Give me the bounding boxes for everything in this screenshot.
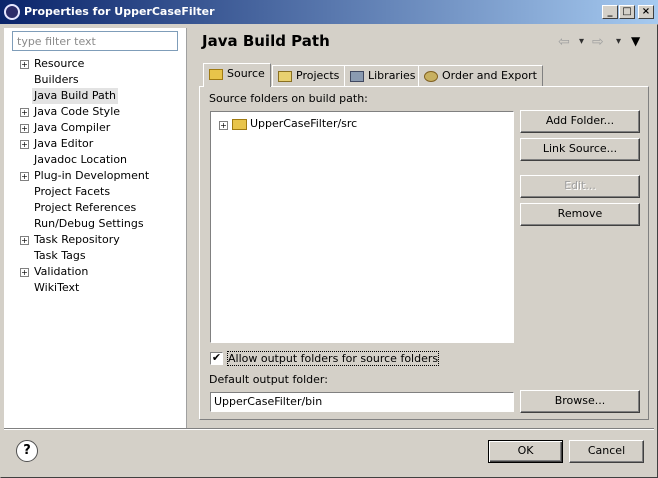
expand-icon[interactable]: + [20, 60, 29, 69]
filter-input[interactable] [12, 31, 178, 51]
tree-item-validation[interactable]: + Validation [20, 264, 88, 280]
tree-item-java-code-style[interactable]: + Java Code Style [20, 104, 120, 120]
list-item[interactable]: + UpperCaseFilter/src [219, 116, 357, 132]
expand-icon[interactable]: + [20, 172, 29, 181]
source-folders-label: Source folders on build path: [209, 92, 368, 105]
libraries-icon [350, 70, 364, 82]
tree-item-project-references[interactable]: Project References [34, 200, 136, 216]
footer-separator [4, 428, 654, 430]
tree-item-plug-in-development[interactable]: + Plug-in Development [20, 168, 149, 184]
edit-button[interactable]: Edit... [520, 175, 640, 198]
tree-item-javadoc-location[interactable]: Javadoc Location [34, 152, 127, 168]
window-title: Properties for UpperCaseFilter [24, 5, 215, 18]
default-output-label: Default output folder: [209, 373, 328, 386]
title-bar: Properties for UpperCaseFilter _ □ × [0, 0, 658, 24]
projects-icon [278, 70, 292, 82]
expand-icon[interactable]: + [20, 236, 29, 245]
tree-item-java-compiler[interactable]: + Java Compiler [20, 120, 110, 136]
tree-item-java-build-path[interactable]: Java Build Path [32, 88, 119, 104]
maximize-button[interactable]: □ [619, 5, 635, 19]
tab-order-and-export[interactable]: Order and Export [418, 65, 543, 87]
add-folder-button[interactable]: Add Folder... [520, 110, 640, 133]
link-source-button[interactable]: Link Source... [520, 138, 640, 161]
expand-icon[interactable]: + [20, 108, 29, 117]
forward-arrow-icon[interactable]: ⇨ [592, 34, 604, 50]
cancel-button[interactable]: Cancel [569, 440, 644, 463]
forward-menu-icon[interactable]: ▾ [616, 36, 621, 47]
view-menu-icon[interactable]: ▼ [631, 34, 640, 48]
expand-icon[interactable]: + [219, 121, 228, 130]
tree-item-task-repository[interactable]: + Task Repository [20, 232, 120, 248]
tab-projects[interactable]: Projects [272, 65, 346, 87]
page-header: Java Build Path ⇦ ▾ ⇨ ▾ ▼ [188, 28, 654, 56]
back-menu-icon[interactable]: ▾ [579, 36, 584, 47]
expand-icon[interactable]: + [20, 268, 29, 277]
eclipse-icon [4, 4, 20, 20]
minimize-button[interactable]: _ [602, 5, 618, 19]
remove-button[interactable]: Remove [520, 203, 640, 226]
close-button[interactable]: × [638, 5, 654, 19]
expand-icon[interactable]: + [20, 124, 29, 133]
tab-source[interactable]: Source [203, 63, 271, 87]
tree-item-project-facets[interactable]: Project Facets [34, 184, 110, 200]
ok-button[interactable]: OK [488, 440, 563, 463]
package-folder-icon [232, 118, 247, 130]
tree-item-resource[interactable]: + Resource [20, 56, 84, 72]
expand-icon[interactable]: + [20, 140, 29, 149]
page-title: Java Build Path [202, 32, 330, 50]
allow-output-checkbox[interactable]: ✔ [210, 352, 223, 365]
tree-item-task-tags[interactable]: Task Tags [34, 248, 86, 264]
help-icon[interactable]: ? [16, 440, 38, 462]
order-export-icon [424, 70, 438, 82]
source-folders-list[interactable]: + UpperCaseFilter/src [210, 111, 514, 343]
source-folder-icon [209, 68, 223, 80]
tree-item-run-debug-settings[interactable]: Run/Debug Settings [34, 216, 144, 232]
default-output-field[interactable]: UpperCaseFilter/bin [210, 392, 514, 412]
browse-button[interactable]: Browse... [520, 390, 640, 413]
back-arrow-icon[interactable]: ⇦ [558, 34, 570, 50]
allow-output-label[interactable]: Allow output folders for source folders [226, 351, 440, 366]
tree-item-wikitext[interactable]: WikiText [34, 280, 79, 296]
tree-item-java-editor[interactable]: + Java Editor [20, 136, 93, 152]
property-tree-panel: +Resource Builders Java Build Path +Java… [4, 28, 187, 428]
tab-libraries[interactable]: Libraries [344, 65, 422, 87]
tree-item-builders[interactable]: Builders [34, 72, 79, 88]
